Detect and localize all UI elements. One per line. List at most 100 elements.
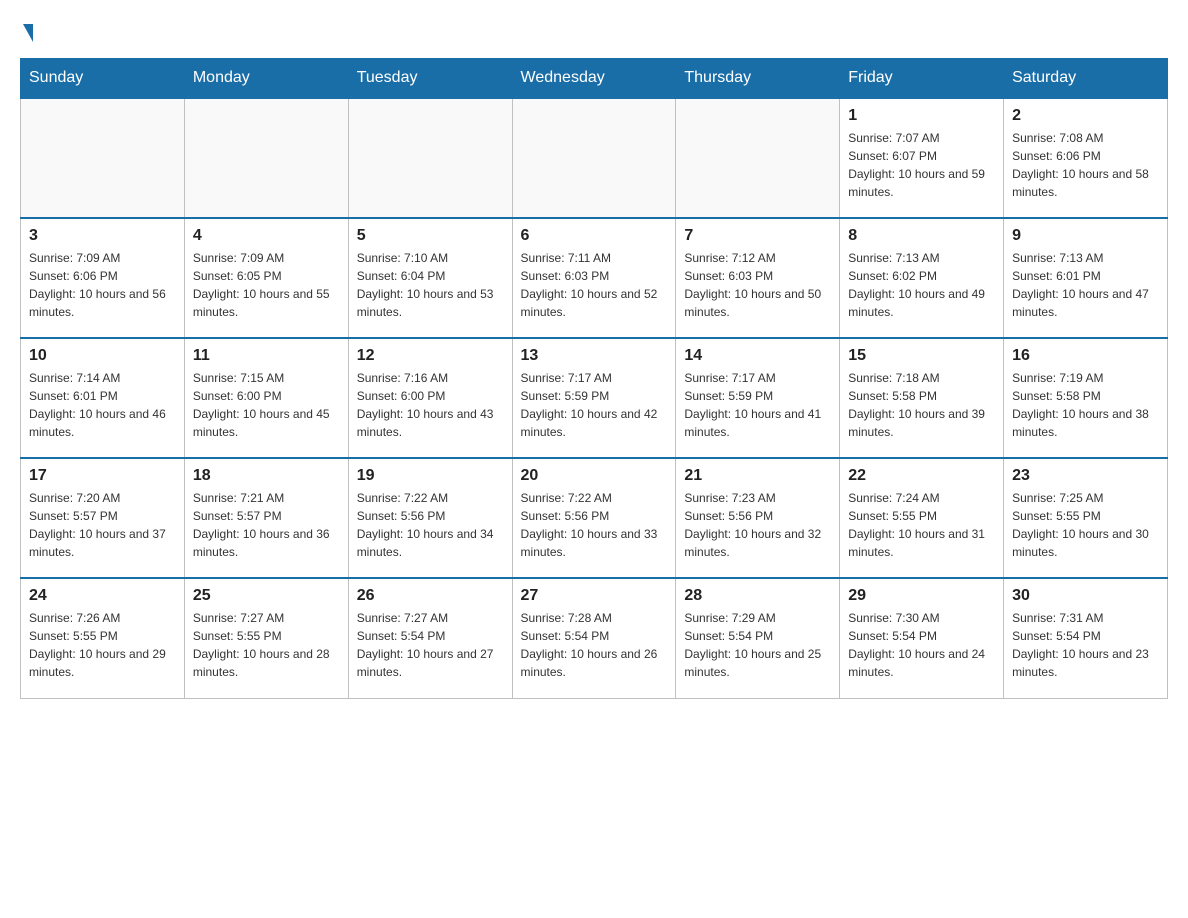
day-number: 10: [29, 347, 176, 365]
day-info: Sunrise: 7:27 AM Sunset: 5:55 PM Dayligh…: [193, 609, 340, 681]
calendar-cell: 23Sunrise: 7:25 AM Sunset: 5:55 PM Dayli…: [1004, 458, 1168, 578]
calendar-cell: 24 Sunrise: 7:26 AM Sunset: 5:55 PM Dayli…: [21, 578, 185, 698]
calendar-cell: 7 Sunrise: 7:12 AM Sunset: 6:03 PM Daylig…: [676, 218, 840, 338]
calendar-cell: 30Sunrise: 7:31 AM Sunset: 5:54 PM Dayli…: [1004, 578, 1168, 698]
day-info: Sunrise: 7:09 AM Sunset: 6:05 PM Dayligh…: [193, 249, 340, 321]
calendar-cell: 15 Sunrise: 7:18 AM Sunset: 5:58 PM Dayli…: [840, 338, 1004, 458]
day-of-week-header: Friday: [840, 59, 1004, 99]
logo: [20, 20, 33, 42]
day-number: 24: [29, 587, 176, 605]
day-number: 25: [193, 587, 340, 605]
day-info: Sunrise: 7:16 AM Sunset: 6:00 PM Dayligh…: [357, 369, 504, 441]
calendar-cell: 6 Sunrise: 7:11 AM Sunset: 6:03 PM Daylig…: [512, 218, 676, 338]
day-number: 20: [521, 467, 668, 485]
day-number: 13: [521, 347, 668, 365]
day-number: 17: [29, 467, 176, 485]
day-info: Sunrise: 7:29 AM Sunset: 5:54 PM Dayligh…: [684, 609, 831, 681]
day-of-week-header: Monday: [184, 59, 348, 99]
day-number: 7: [684, 227, 831, 245]
day-info: Sunrise: 7:26 AM Sunset: 5:55 PM Dayligh…: [29, 609, 176, 681]
calendar-cell: 17Sunrise: 7:20 AM Sunset: 5:57 PM Dayli…: [21, 458, 185, 578]
calendar-cell: 1 Sunrise: 7:07 AM Sunset: 6:07 PM Daylig…: [840, 98, 1004, 218]
logo-arrow-icon: [23, 24, 33, 42]
calendar-cell: 27Sunrise: 7:28 AM Sunset: 5:54 PM Dayli…: [512, 578, 676, 698]
calendar-cell: 19 Sunrise: 7:22 AM Sunset: 5:56 PM Dayli…: [348, 458, 512, 578]
calendar-cell: 3 Sunrise: 7:09 AM Sunset: 6:06 PM Daylig…: [21, 218, 185, 338]
day-info: Sunrise: 7:12 AM Sunset: 6:03 PM Dayligh…: [684, 249, 831, 321]
calendar-cell: 11 Sunrise: 7:15 AM Sunset: 6:00 PM Dayli…: [184, 338, 348, 458]
day-number: 11: [193, 347, 340, 365]
day-number: 19: [357, 467, 504, 485]
calendar-header-row: SundayMondayTuesdayWednesdayThursdayFrid…: [21, 59, 1168, 99]
day-number: 4: [193, 227, 340, 245]
day-number: 28: [684, 587, 831, 605]
day-info: Sunrise: 7:09 AM Sunset: 6:06 PM Dayligh…: [29, 249, 176, 321]
calendar-cell: 10 Sunrise: 7:14 AM Sunset: 6:01 PM Dayli…: [21, 338, 185, 458]
calendar-cell: 29 Sunrise: 7:30 AM Sunset: 5:54 PM Dayli…: [840, 578, 1004, 698]
day-of-week-header: Wednesday: [512, 59, 676, 99]
day-of-week-header: Thursday: [676, 59, 840, 99]
day-info: Sunrise: 7:30 AM Sunset: 5:54 PM Dayligh…: [848, 609, 995, 681]
calendar-cell: 8 Sunrise: 7:13 AM Sunset: 6:02 PM Daylig…: [840, 218, 1004, 338]
calendar-cell: [348, 98, 512, 218]
calendar-table: SundayMondayTuesdayWednesdayThursdayFrid…: [20, 58, 1168, 699]
calendar-cell: 2Sunrise: 7:08 AM Sunset: 6:06 PM Daylig…: [1004, 98, 1168, 218]
calendar-cell: 20 Sunrise: 7:22 AM Sunset: 5:56 PM Dayli…: [512, 458, 676, 578]
day-info: Sunrise: 7:27 AM Sunset: 5:54 PM Dayligh…: [357, 609, 504, 681]
day-number: 2: [1012, 107, 1159, 125]
day-info: Sunrise: 7:23 AM Sunset: 5:56 PM Dayligh…: [684, 489, 831, 561]
calendar-cell: 16 Sunrise: 7:19 AM Sunset: 5:58 PM Dayli…: [1004, 338, 1168, 458]
day-info: Sunrise: 7:17 AM Sunset: 5:59 PM Dayligh…: [521, 369, 668, 441]
day-info: Sunrise: 7:22 AM Sunset: 5:56 PM Dayligh…: [357, 489, 504, 561]
day-number: 9: [1012, 227, 1159, 245]
day-of-week-header: Saturday: [1004, 59, 1168, 99]
day-of-week-header: Sunday: [21, 59, 185, 99]
calendar-cell: 5Sunrise: 7:10 AM Sunset: 6:04 PM Daylig…: [348, 218, 512, 338]
day-info: Sunrise: 7:19 AM Sunset: 5:58 PM Dayligh…: [1012, 369, 1159, 441]
calendar-cell: 12 Sunrise: 7:16 AM Sunset: 6:00 PM Dayli…: [348, 338, 512, 458]
day-number: 16: [1012, 347, 1159, 365]
day-number: 14: [684, 347, 831, 365]
calendar-cell: [676, 98, 840, 218]
day-of-week-header: Tuesday: [348, 59, 512, 99]
calendar-week-row: 1 Sunrise: 7:07 AM Sunset: 6:07 PM Daylig…: [21, 98, 1168, 218]
day-info: Sunrise: 7:28 AM Sunset: 5:54 PM Dayligh…: [521, 609, 668, 681]
calendar-week-row: 3 Sunrise: 7:09 AM Sunset: 6:06 PM Daylig…: [21, 218, 1168, 338]
day-number: 6: [521, 227, 668, 245]
day-number: 18: [193, 467, 340, 485]
day-info: Sunrise: 7:22 AM Sunset: 5:56 PM Dayligh…: [521, 489, 668, 561]
day-info: Sunrise: 7:11 AM Sunset: 6:03 PM Dayligh…: [521, 249, 668, 321]
day-info: Sunrise: 7:14 AM Sunset: 6:01 PM Dayligh…: [29, 369, 176, 441]
day-number: 3: [29, 227, 176, 245]
day-number: 21: [684, 467, 831, 485]
day-info: Sunrise: 7:24 AM Sunset: 5:55 PM Dayligh…: [848, 489, 995, 561]
calendar-cell: 14 Sunrise: 7:17 AM Sunset: 5:59 PM Dayli…: [676, 338, 840, 458]
day-number: 26: [357, 587, 504, 605]
day-info: Sunrise: 7:13 AM Sunset: 6:02 PM Dayligh…: [848, 249, 995, 321]
calendar-week-row: 17Sunrise: 7:20 AM Sunset: 5:57 PM Dayli…: [21, 458, 1168, 578]
day-number: 15: [848, 347, 995, 365]
day-info: Sunrise: 7:25 AM Sunset: 5:55 PM Dayligh…: [1012, 489, 1159, 561]
day-number: 30: [1012, 587, 1159, 605]
day-number: 29: [848, 587, 995, 605]
calendar-cell: [184, 98, 348, 218]
page-header: [20, 20, 1168, 42]
day-number: 22: [848, 467, 995, 485]
day-number: 5: [357, 227, 504, 245]
calendar-cell: 18 Sunrise: 7:21 AM Sunset: 5:57 PM Dayli…: [184, 458, 348, 578]
day-info: Sunrise: 7:17 AM Sunset: 5:59 PM Dayligh…: [684, 369, 831, 441]
calendar-cell: 13 Sunrise: 7:17 AM Sunset: 5:59 PM Dayli…: [512, 338, 676, 458]
day-info: Sunrise: 7:13 AM Sunset: 6:01 PM Dayligh…: [1012, 249, 1159, 321]
calendar-cell: 9 Sunrise: 7:13 AM Sunset: 6:01 PM Daylig…: [1004, 218, 1168, 338]
calendar-week-row: 24 Sunrise: 7:26 AM Sunset: 5:55 PM Dayli…: [21, 578, 1168, 698]
calendar-cell: 28 Sunrise: 7:29 AM Sunset: 5:54 PM Dayli…: [676, 578, 840, 698]
day-number: 8: [848, 227, 995, 245]
day-info: Sunrise: 7:15 AM Sunset: 6:00 PM Dayligh…: [193, 369, 340, 441]
calendar-cell: [512, 98, 676, 218]
day-number: 1: [848, 107, 995, 125]
day-info: Sunrise: 7:21 AM Sunset: 5:57 PM Dayligh…: [193, 489, 340, 561]
calendar-cell: 22 Sunrise: 7:24 AM Sunset: 5:55 PM Dayli…: [840, 458, 1004, 578]
day-info: Sunrise: 7:18 AM Sunset: 5:58 PM Dayligh…: [848, 369, 995, 441]
day-number: 12: [357, 347, 504, 365]
day-info: Sunrise: 7:07 AM Sunset: 6:07 PM Dayligh…: [848, 129, 995, 201]
